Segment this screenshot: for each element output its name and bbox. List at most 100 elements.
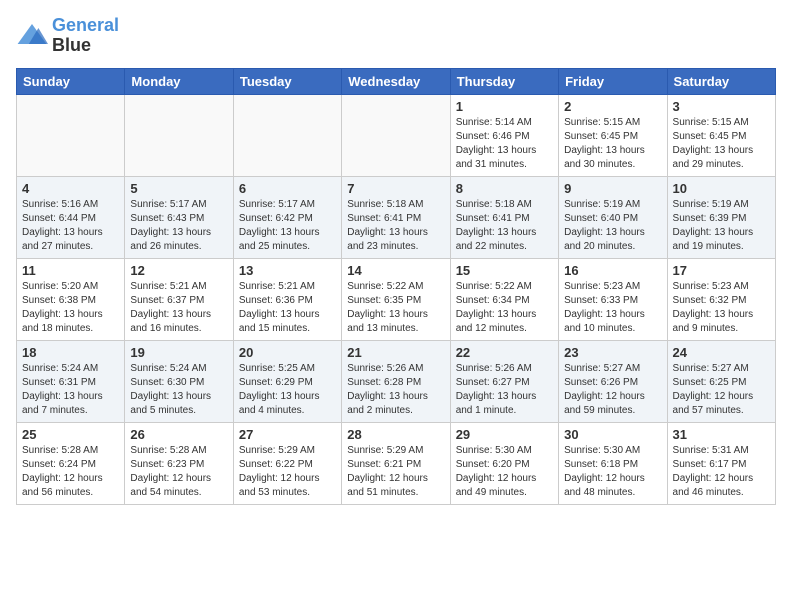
- calendar-day-cell: 24Sunrise: 5:27 AM Sunset: 6:25 PM Dayli…: [667, 340, 775, 422]
- day-info: Sunrise: 5:23 AM Sunset: 6:33 PM Dayligh…: [564, 280, 661, 336]
- day-info: Sunrise: 5:23 AM Sunset: 6:32 PM Dayligh…: [673, 280, 770, 336]
- calendar-day-cell: 1 Sunrise: 5:14 AM Sunset: 6:46 PM Daylig…: [450, 94, 558, 176]
- day-info: Sunrise: 5:31 AM Sunset: 6:17 PM Dayligh…: [673, 444, 770, 500]
- calendar-day-cell: 4Sunrise: 5:16 AM Sunset: 6:44 PM Daylig…: [17, 176, 125, 258]
- day-number: 29: [456, 427, 553, 442]
- weekday-header: Friday: [559, 68, 667, 94]
- calendar-week-row: 18 Sunrise: 5:24 AM Sunset: 6:31 PM Dayli…: [17, 340, 776, 422]
- day-number: 5: [130, 181, 227, 196]
- calendar-day-cell: [342, 94, 450, 176]
- day-number: 4: [22, 181, 119, 196]
- day-info: Sunrise: 5:21 AM Sunset: 6:36 PM Dayligh…: [239, 280, 336, 336]
- calendar-day-cell: 6 Sunrise: 5:17 AM Sunset: 6:42 PM Daylig…: [233, 176, 341, 258]
- logo-text: General Blue: [52, 16, 119, 56]
- day-info: Sunrise: 5:19 AM Sunset: 6:39 PM Dayligh…: [673, 198, 770, 254]
- day-number: 13: [239, 263, 336, 278]
- day-info: Sunrise: 5:14 AM Sunset: 6:46 PM Dayligh…: [456, 116, 553, 172]
- day-info: Sunrise: 5:17 AM Sunset: 6:43 PM Dayligh…: [130, 198, 227, 254]
- day-number: 27: [239, 427, 336, 442]
- calendar-day-cell: 23Sunrise: 5:27 AM Sunset: 6:26 PM Dayli…: [559, 340, 667, 422]
- calendar-day-cell: 19 Sunrise: 5:24 AM Sunset: 6:30 PM Dayli…: [125, 340, 233, 422]
- day-info: Sunrise: 5:25 AM Sunset: 6:29 PM Dayligh…: [239, 362, 336, 418]
- calendar-table: SundayMondayTuesdayWednesdayThursdayFrid…: [16, 68, 776, 505]
- day-number: 28: [347, 427, 444, 442]
- day-info: Sunrise: 5:18 AM Sunset: 6:41 PM Dayligh…: [347, 198, 444, 254]
- calendar-day-cell: 21 Sunrise: 5:26 AM Sunset: 6:28 PM Dayli…: [342, 340, 450, 422]
- day-info: Sunrise: 5:24 AM Sunset: 6:31 PM Dayligh…: [22, 362, 119, 418]
- calendar-day-cell: 18 Sunrise: 5:24 AM Sunset: 6:31 PM Dayli…: [17, 340, 125, 422]
- day-number: 3: [673, 99, 770, 114]
- day-number: 6: [239, 181, 336, 196]
- calendar-day-cell: 31Sunrise: 5:31 AM Sunset: 6:17 PM Dayli…: [667, 422, 775, 504]
- calendar-day-cell: 25 Sunrise: 5:28 AM Sunset: 6:24 PM Dayli…: [17, 422, 125, 504]
- day-info: Sunrise: 5:30 AM Sunset: 6:20 PM Dayligh…: [456, 444, 553, 500]
- day-info: Sunrise: 5:21 AM Sunset: 6:37 PM Dayligh…: [130, 280, 227, 336]
- calendar-day-cell: 22 Sunrise: 5:26 AM Sunset: 6:27 PM Dayli…: [450, 340, 558, 422]
- day-number: 24: [673, 345, 770, 360]
- day-number: 1: [456, 99, 553, 114]
- calendar-day-cell: 30 Sunrise: 5:30 AM Sunset: 6:18 PM Dayli…: [559, 422, 667, 504]
- day-number: 18: [22, 345, 119, 360]
- page-header: General Blue: [16, 16, 776, 56]
- day-number: 25: [22, 427, 119, 442]
- calendar-week-row: 11 Sunrise: 5:20 AM Sunset: 6:38 PM Dayli…: [17, 258, 776, 340]
- day-info: Sunrise: 5:26 AM Sunset: 6:28 PM Dayligh…: [347, 362, 444, 418]
- weekday-header: Thursday: [450, 68, 558, 94]
- day-number: 11: [22, 263, 119, 278]
- day-info: Sunrise: 5:15 AM Sunset: 6:45 PM Dayligh…: [564, 116, 661, 172]
- day-number: 2: [564, 99, 661, 114]
- calendar-day-cell: 27 Sunrise: 5:29 AM Sunset: 6:22 PM Dayli…: [233, 422, 341, 504]
- logo-icon: [16, 20, 48, 52]
- calendar-day-cell: [17, 94, 125, 176]
- weekday-header: Sunday: [17, 68, 125, 94]
- calendar-day-cell: 13 Sunrise: 5:21 AM Sunset: 6:36 PM Dayli…: [233, 258, 341, 340]
- calendar-day-cell: 29 Sunrise: 5:30 AM Sunset: 6:20 PM Dayli…: [450, 422, 558, 504]
- day-number: 21: [347, 345, 444, 360]
- calendar-day-cell: 15Sunrise: 5:22 AM Sunset: 6:34 PM Dayli…: [450, 258, 558, 340]
- calendar-day-cell: 28 Sunrise: 5:29 AM Sunset: 6:21 PM Dayli…: [342, 422, 450, 504]
- calendar-day-cell: 2 Sunrise: 5:15 AM Sunset: 6:45 PM Daylig…: [559, 94, 667, 176]
- weekday-header: Monday: [125, 68, 233, 94]
- day-info: Sunrise: 5:28 AM Sunset: 6:24 PM Dayligh…: [22, 444, 119, 500]
- calendar-day-cell: 8Sunrise: 5:18 AM Sunset: 6:41 PM Daylig…: [450, 176, 558, 258]
- day-number: 16: [564, 263, 661, 278]
- calendar-header-row: SundayMondayTuesdayWednesdayThursdayFrid…: [17, 68, 776, 94]
- day-info: Sunrise: 5:22 AM Sunset: 6:35 PM Dayligh…: [347, 280, 444, 336]
- calendar-day-cell: [125, 94, 233, 176]
- day-number: 19: [130, 345, 227, 360]
- calendar-day-cell: 3 Sunrise: 5:15 AM Sunset: 6:45 PM Daylig…: [667, 94, 775, 176]
- day-number: 10: [673, 181, 770, 196]
- day-info: Sunrise: 5:20 AM Sunset: 6:38 PM Dayligh…: [22, 280, 119, 336]
- calendar-day-cell: 20 Sunrise: 5:25 AM Sunset: 6:29 PM Dayli…: [233, 340, 341, 422]
- day-info: Sunrise: 5:29 AM Sunset: 6:21 PM Dayligh…: [347, 444, 444, 500]
- calendar-day-cell: 17Sunrise: 5:23 AM Sunset: 6:32 PM Dayli…: [667, 258, 775, 340]
- day-info: Sunrise: 5:30 AM Sunset: 6:18 PM Dayligh…: [564, 444, 661, 500]
- day-number: 8: [456, 181, 553, 196]
- calendar-day-cell: 26 Sunrise: 5:28 AM Sunset: 6:23 PM Dayli…: [125, 422, 233, 504]
- calendar-day-cell: [233, 94, 341, 176]
- calendar-day-cell: 9 Sunrise: 5:19 AM Sunset: 6:40 PM Daylig…: [559, 176, 667, 258]
- day-number: 14: [347, 263, 444, 278]
- calendar-day-cell: 16 Sunrise: 5:23 AM Sunset: 6:33 PM Dayli…: [559, 258, 667, 340]
- day-number: 30: [564, 427, 661, 442]
- day-info: Sunrise: 5:24 AM Sunset: 6:30 PM Dayligh…: [130, 362, 227, 418]
- day-number: 7: [347, 181, 444, 196]
- calendar-week-row: 25 Sunrise: 5:28 AM Sunset: 6:24 PM Dayli…: [17, 422, 776, 504]
- day-info: Sunrise: 5:15 AM Sunset: 6:45 PM Dayligh…: [673, 116, 770, 172]
- day-number: 20: [239, 345, 336, 360]
- day-info: Sunrise: 5:17 AM Sunset: 6:42 PM Dayligh…: [239, 198, 336, 254]
- calendar-day-cell: 14 Sunrise: 5:22 AM Sunset: 6:35 PM Dayli…: [342, 258, 450, 340]
- day-info: Sunrise: 5:22 AM Sunset: 6:34 PM Dayligh…: [456, 280, 553, 336]
- day-info: Sunrise: 5:19 AM Sunset: 6:40 PM Dayligh…: [564, 198, 661, 254]
- day-number: 26: [130, 427, 227, 442]
- day-info: Sunrise: 5:26 AM Sunset: 6:27 PM Dayligh…: [456, 362, 553, 418]
- weekday-header: Saturday: [667, 68, 775, 94]
- calendar-day-cell: 12Sunrise: 5:21 AM Sunset: 6:37 PM Dayli…: [125, 258, 233, 340]
- weekday-header: Tuesday: [233, 68, 341, 94]
- day-info: Sunrise: 5:28 AM Sunset: 6:23 PM Dayligh…: [130, 444, 227, 500]
- logo: General Blue: [16, 16, 119, 56]
- day-number: 9: [564, 181, 661, 196]
- day-number: 22: [456, 345, 553, 360]
- calendar-day-cell: 11 Sunrise: 5:20 AM Sunset: 6:38 PM Dayli…: [17, 258, 125, 340]
- day-info: Sunrise: 5:29 AM Sunset: 6:22 PM Dayligh…: [239, 444, 336, 500]
